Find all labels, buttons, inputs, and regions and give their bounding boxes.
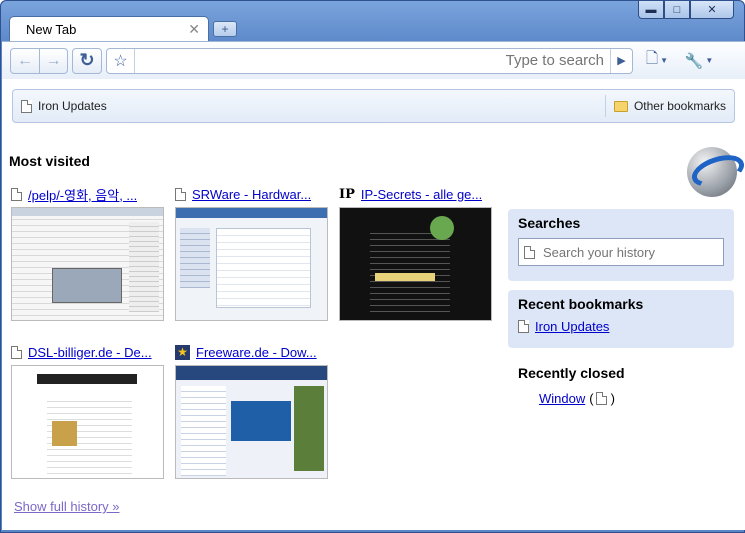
thumbnail-label-row: SRWare - Hardwar... [175, 185, 330, 203]
dropdown-caret-icon: ▼ [705, 56, 714, 65]
other-bookmarks-label: Other bookmarks [633, 99, 726, 113]
new-tab-button[interactable]: + [213, 21, 237, 37]
page-icon [21, 99, 32, 113]
most-visited-title: Most visited [9, 153, 90, 169]
page-icon [518, 320, 529, 333]
page-icon: 🗋 [646, 50, 659, 67]
bookmarks-bar-inner: Iron Updates Other bookmarks [12, 89, 735, 123]
recent-bookmarks-title: Recent bookmarks [518, 296, 644, 312]
maximize-button[interactable]: □ [664, 1, 690, 19]
nav-buttons: ← → [10, 47, 68, 74]
thumbnail-tile[interactable]: DSL-billiger.de - De... [11, 343, 166, 479]
play-arrow-icon: ▶ [617, 55, 626, 67]
wrench-icon: 🔧 [684, 52, 704, 70]
folder-icon [613, 100, 628, 112]
thumbnail-label-row: DSL-billiger.de - De... [11, 343, 166, 361]
star-icon: ☆ [113, 52, 128, 70]
go-button[interactable]: ▶ [610, 48, 632, 73]
reload-button[interactable]: ↻ [72, 47, 102, 74]
recently-closed-item: Window ( ) [539, 391, 625, 406]
thumbnail-link[interactable]: SRWare - Hardwar... [192, 187, 311, 202]
reload-icon: ↻ [79, 50, 95, 70]
bookmark-label: Iron Updates [38, 99, 107, 113]
bookmark-iron-updates[interactable]: Iron Updates [21, 99, 107, 113]
address-input[interactable] [135, 52, 610, 69]
thumbnail-image[interactable] [175, 207, 328, 321]
other-bookmarks-button[interactable]: Other bookmarks [604, 95, 726, 117]
bookmarks-bar: Iron Updates Other bookmarks [2, 79, 745, 125]
paren-open: ( [589, 391, 594, 406]
recently-closed-window-link[interactable]: Window [539, 391, 585, 406]
ip-favicon: IP [339, 186, 355, 202]
new-tab-page: Most visited /pelp/-영화, 음악, ... SRWare -… [2, 125, 745, 530]
thumbnail-link[interactable]: DSL-billiger.de - De... [28, 345, 152, 360]
thumbnail-image[interactable] [175, 365, 328, 479]
plus-icon: + [221, 22, 229, 36]
page-menu-button[interactable]: 🗋 ▼ [639, 48, 675, 74]
back-arrow-icon: ← [17, 51, 33, 69]
page-icon [595, 392, 607, 405]
page-icon [11, 345, 22, 359]
page-icon [11, 187, 22, 201]
thumbnail-tile[interactable]: /pelp/-영화, 음악, ... [11, 185, 166, 321]
iron-logo-icon [687, 147, 737, 197]
recent-bookmark-link[interactable]: Iron Updates [535, 319, 609, 334]
thumbnail-tile[interactable]: IP IP-Secrets - alle ge... [339, 185, 494, 321]
thumbnail-link[interactable]: /pelp/-영화, 음악, ... [28, 185, 137, 203]
close-window-button[interactable]: ✕ [690, 1, 734, 19]
thumbnail-label-row: /pelp/-영화, 음악, ... [11, 185, 166, 203]
history-search-box[interactable] [518, 238, 724, 266]
bookmark-star-button[interactable]: ☆ [107, 48, 135, 73]
recently-closed-title: Recently closed [518, 365, 625, 381]
thumbnail-image[interactable] [11, 365, 164, 479]
browser-window: ▬ □ ✕ New Tab ✕ + ← → ↻ ☆ ▶ 🗋▼ 🔧▼ Iron U… [0, 0, 745, 533]
thumbnail-image[interactable] [11, 207, 164, 321]
forward-arrow-icon: → [45, 51, 62, 69]
tools-menu-button[interactable]: 🔧 ▼ [681, 48, 717, 74]
star-favicon: ★ [175, 344, 190, 360]
recent-bookmark-item[interactable]: Iron Updates [518, 319, 726, 334]
close-tab-icon[interactable]: ✕ [188, 21, 200, 38]
recent-bookmarks-panel: Recent bookmarks Iron Updates [508, 290, 734, 348]
recently-closed-section: Recently closed Window ( ) [518, 365, 625, 406]
dropdown-caret-icon: ▼ [660, 56, 668, 65]
minimize-button[interactable]: ▬ [638, 1, 664, 19]
thumbnail-image[interactable] [339, 207, 492, 321]
forward-button[interactable]: → [39, 48, 67, 73]
show-full-history-link[interactable]: Show full history » [14, 499, 120, 514]
searches-panel: Searches [508, 209, 734, 281]
omnibox: ☆ ▶ [106, 47, 633, 74]
page-icon [524, 245, 535, 259]
thumbnail-tile[interactable]: SRWare - Hardwar... [175, 185, 330, 321]
tab-title: New Tab [26, 22, 77, 37]
history-search-input[interactable] [543, 244, 713, 260]
window-controls: ▬ □ ✕ [638, 1, 734, 19]
thumbnail-link[interactable]: IP-Secrets - alle ge... [361, 187, 482, 202]
tab-new-tab[interactable]: New Tab ✕ [9, 16, 209, 42]
thumbnail-label-row: ★ Freeware.de - Dow... [175, 343, 330, 361]
thumbnail-link[interactable]: Freeware.de - Dow... [196, 345, 317, 360]
paren-close: ) [610, 391, 615, 406]
searches-title: Searches [518, 215, 581, 231]
back-button[interactable]: ← [11, 49, 39, 73]
thumbnail-tile[interactable]: ★ Freeware.de - Dow... [175, 343, 330, 479]
thumbnail-label-row: IP IP-Secrets - alle ge... [339, 185, 494, 203]
toolbar: ← → ↻ ☆ ▶ 🗋▼ 🔧▼ [2, 41, 745, 79]
page-icon [175, 187, 186, 201]
